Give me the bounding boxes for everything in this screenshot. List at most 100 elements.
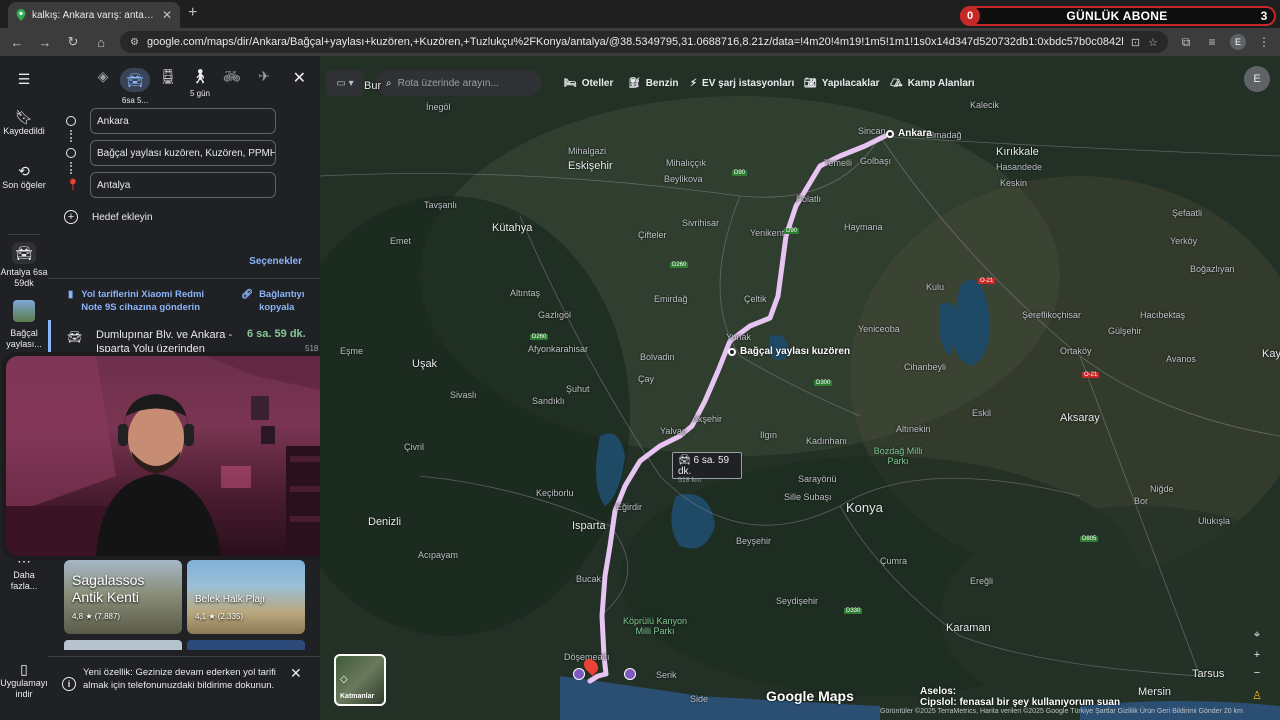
mode-bike[interactable]: 🚲︎ — [217, 68, 247, 85]
rail-recent-bagcal[interactable]: Bağçal yaylası... — [0, 300, 48, 350]
rail-get-app[interactable]: ▯ Uygulamayı indir — [0, 662, 48, 700]
map-type-button[interactable]: ▭ ▾ — [326, 70, 364, 96]
rail-label: Kaydedildi — [3, 126, 45, 136]
mode-transit[interactable]: 🚆︎ — [153, 68, 183, 85]
bookmark-star-icon[interactable]: ☆ — [1148, 36, 1158, 49]
town-label: Yeniceoba — [858, 324, 900, 334]
city-label: Karaman — [946, 622, 991, 634]
menu-button[interactable]: ☰ — [0, 72, 48, 88]
map-canvas[interactable]: ▭ ▾ ⌕ Rota üzerinde arayın... 🛏︎ Oteller … — [320, 56, 1280, 720]
waypoint-map-label: Bağçal yaylası kuzören — [740, 346, 851, 357]
town-label: Temelli — [824, 158, 853, 168]
reload-icon[interactable]: ↻ — [64, 34, 82, 50]
reading-list-icon[interactable]: ≡ — [1204, 35, 1220, 49]
town-label: Eğirdir — [616, 502, 643, 512]
origin-input[interactable]: Ankara — [90, 108, 276, 134]
city-label: Kütahya — [492, 222, 533, 234]
place-title: Sagalassos Antik Kenti — [72, 572, 145, 605]
place-rating: 4,1 ★ (2.335) — [195, 612, 244, 621]
city-label: Kay — [1262, 348, 1280, 360]
city-label: Konya — [846, 500, 883, 515]
home-icon[interactable]: ⌂ — [92, 35, 110, 50]
new-feature-notice: i Yeni özellik: Gezinize devam ederken y… — [48, 656, 320, 720]
browser-tab-strip: kalkış: Ankara varış: antalya - Goo ✕ + … — [0, 0, 1280, 28]
town-label: Keçiborlu — [536, 488, 574, 498]
town-label: Side — [690, 694, 709, 704]
close-directions-icon[interactable]: ✕ — [293, 68, 306, 88]
rail-recents[interactable]: ⟲ Son öğeler — [0, 164, 48, 191]
town-label: Boğazlıyan — [1190, 264, 1235, 274]
mode-best[interactable]: ◈ — [88, 68, 118, 85]
road-shield: D300 — [814, 380, 833, 386]
chip-label: Benzin — [645, 77, 679, 89]
park-label: Bozdağ Milli Parkı — [873, 446, 923, 466]
route-eta-callout[interactable]: 🚘︎ 6 sa. 59 dk. 518 km — [672, 452, 742, 484]
chat-ticker: Aselos: Cipslol: fenasal bir şey kullanı… — [920, 686, 1120, 708]
rail-more[interactable]: ⋯ Daha fazla... — [0, 554, 48, 592]
layers-label: Katmanlar — [340, 693, 375, 700]
send-to-phone-button[interactable]: ▮ Yol tariflerini Xiaomi Redmi Note 9S c… — [68, 288, 218, 314]
extensions-icon[interactable]: ⧉ — [1178, 35, 1194, 50]
chip-hotels[interactable]: 🛏︎ Oteller — [556, 70, 621, 96]
town-label: Altınekin — [896, 424, 931, 434]
road-shield: D90 — [784, 228, 800, 234]
site-info-icon[interactable]: ⚙ — [130, 37, 139, 48]
destination-input[interactable]: Antalya — [90, 172, 276, 198]
town-label: Mihalıççık — [666, 158, 707, 168]
origin-marker-icon[interactable] — [886, 130, 894, 138]
send-to-phone-label: Yol tariflerini Xiaomi Redmi Note 9S cih… — [81, 289, 205, 313]
town-label: Yenikent — [750, 228, 785, 238]
browser-menu-icon[interactable]: ⋮ — [1256, 35, 1272, 49]
place-title: Belek Halk Plajı — [195, 594, 266, 605]
chip-label: EV şarj istasyonları — [702, 77, 795, 89]
chip-gas[interactable]: ⛽︎ Benzin — [620, 70, 686, 96]
bed-icon: 🛏︎ — [564, 77, 577, 89]
layers-button[interactable]: ◇ Katmanlar — [334, 654, 386, 706]
place-card-partial[interactable] — [187, 640, 305, 650]
origin-map-label: Ankara — [898, 128, 932, 139]
chat-ticker-message: Cipslol: fenasal bir şey kullanıyorum su… — [920, 697, 1121, 708]
map-terrain — [320, 56, 1280, 720]
town-label: Golbaşı — [860, 156, 892, 166]
close-tab-icon[interactable]: ✕ — [162, 8, 172, 22]
search-along-route-input[interactable]: ⌕ Rota üzerinde arayın... — [376, 70, 541, 96]
eta-time: 🚘︎ 6 sa. 59 dk. — [678, 455, 736, 477]
pegman-icon: ♙ — [1252, 689, 1262, 702]
browser-tab[interactable]: kalkış: Ankara varış: antalya - Goo ✕ — [8, 2, 180, 28]
chip-ev-charging[interactable]: ⚡︎ EV şarj istasyonları — [682, 70, 802, 96]
town-label: Sivaslı — [450, 390, 477, 400]
forward-icon[interactable]: → — [36, 35, 54, 50]
rail-saved[interactable]: 🔖︎ Kaydedildi — [0, 110, 48, 137]
chip-things-to-do[interactable]: 📷︎ Yapılacaklar — [796, 70, 888, 96]
waypoint-marker-icon[interactable] — [728, 348, 736, 356]
mode-walk[interactable]: 🚶︎ 5 gün — [185, 68, 215, 98]
town-label: Bucak — [576, 574, 602, 584]
mode-walk-label: 5 gün — [189, 89, 211, 98]
map-profile-avatar[interactable]: E — [1244, 66, 1270, 92]
place-card[interactable]: Belek Halk Plajı 4,1 ★ (2.335) — [187, 560, 305, 634]
back-icon[interactable]: ← — [8, 35, 26, 50]
close-notice-icon[interactable]: ✕ — [290, 665, 302, 682]
waypoint-input[interactable]: Bağçal yaylası kuzören, Kuzören, PPMH+ — [90, 140, 276, 166]
place-card-partial[interactable] — [64, 640, 182, 650]
chip-campgrounds[interactable]: ⛺︎ Kamp Alanları — [882, 70, 983, 96]
car-icon: 🚘︎ — [678, 455, 694, 466]
town-label: Keskin — [1000, 178, 1028, 188]
copy-link-button[interactable]: 🔗︎ Bağlantıyı kopyala — [241, 288, 317, 314]
town-label: Hacıbektaş — [1140, 310, 1186, 320]
mode-flight[interactable]: ✈ — [249, 68, 279, 85]
mode-car[interactable]: 🚘︎ 6sa 5... — [120, 68, 150, 105]
town-label: Şereflikoçhisar — [1022, 310, 1082, 320]
browser-profile-avatar[interactable]: E — [1230, 34, 1246, 50]
link-icon: 🔗︎ — [241, 289, 254, 300]
rail-recent-antalya[interactable]: 🚘︎ Antalya 6sa 59dk — [0, 242, 48, 289]
install-app-icon[interactable]: ⊡ — [1131, 36, 1140, 49]
tab-title: kalkış: Ankara varış: antalya - Goo — [32, 9, 156, 21]
new-tab-button[interactable]: + — [188, 4, 197, 22]
add-destination-button[interactable]: + Hedef ekleyin — [64, 210, 153, 224]
place-card[interactable]: Sagalassos Antik Kenti 4,8 ★ (7.887) — [64, 560, 182, 634]
address-bar[interactable]: ⚙ google.com/maps/dir/Ankara/Bağçal+yayl… — [120, 31, 1168, 53]
diamond-icon: ◈ — [97, 68, 109, 84]
options-button[interactable]: Seçenekler — [249, 256, 302, 267]
street-view-pegman[interactable]: ♙ — [1244, 682, 1270, 708]
